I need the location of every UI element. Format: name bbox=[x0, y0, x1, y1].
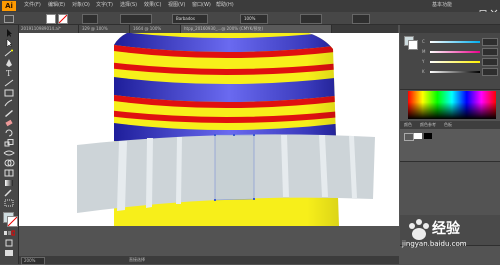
stroke-color-box[interactable] bbox=[7, 216, 18, 227]
color-panel-header bbox=[400, 25, 500, 33]
tab-label: 329 @ 100% bbox=[82, 26, 108, 31]
minimize-icon[interactable] bbox=[468, 2, 478, 15]
y-value[interactable] bbox=[482, 58, 498, 66]
direct-selection-tool-icon[interactable] bbox=[3, 39, 15, 47]
swatches-tabs: 颜色 颜色参考 色板 bbox=[400, 121, 500, 129]
tab-label: 1664 @ 100% bbox=[133, 26, 162, 31]
paintbrush-tool-icon[interactable] bbox=[3, 99, 15, 107]
status-bar: 200% 直接选择 bbox=[19, 256, 399, 265]
zoom-value: 200% bbox=[24, 258, 36, 263]
type-tool-icon[interactable]: T bbox=[3, 69, 15, 77]
color-mode-icons[interactable] bbox=[3, 229, 15, 237]
watermark: 经验 jingyan.baidu.com bbox=[402, 212, 494, 256]
m-label: M bbox=[422, 49, 426, 54]
pasteboard bbox=[19, 226, 399, 256]
mesh-tool-icon[interactable] bbox=[3, 169, 15, 177]
artboard-canvas[interactable] bbox=[19, 33, 399, 226]
width-tool-icon[interactable] bbox=[3, 149, 15, 157]
tab-doc-1[interactable]: 2019110989014.ai* bbox=[18, 25, 79, 33]
artboard-tool-icon[interactable] bbox=[3, 199, 15, 207]
tab-doc-2[interactable]: 329 @ 100% bbox=[79, 25, 130, 33]
swatch-none[interactable] bbox=[404, 133, 414, 141]
pen-tool-icon[interactable] bbox=[3, 59, 15, 67]
draw-mode-icon[interactable] bbox=[3, 239, 15, 247]
c-slider[interactable] bbox=[430, 41, 480, 43]
menu-edit[interactable]: 编辑(E) bbox=[48, 3, 65, 8]
brush-select[interactable] bbox=[120, 14, 152, 24]
workspace-switcher[interactable]: 基本功能 bbox=[432, 3, 452, 8]
scale-tool-icon[interactable] bbox=[3, 139, 15, 147]
maximize-icon[interactable] bbox=[478, 2, 488, 16]
rotate-tool-icon[interactable] bbox=[3, 129, 15, 137]
y-slider[interactable] bbox=[430, 61, 480, 63]
line-tool-icon[interactable] bbox=[3, 79, 15, 87]
watermark-url: jingyan.baidu.com bbox=[402, 240, 467, 248]
close-icon[interactable] bbox=[489, 2, 499, 17]
rectangle-tool-icon[interactable] bbox=[3, 89, 15, 97]
k-value[interactable] bbox=[482, 68, 498, 76]
pencil-tool-icon[interactable] bbox=[3, 109, 15, 117]
stroke-swatch[interactable] bbox=[58, 14, 68, 24]
menu-view[interactable]: 视图(V) bbox=[168, 3, 185, 8]
document-tabs: 2019110989014.ai* 329 @ 100% 1664 @ 100%… bbox=[18, 25, 398, 33]
k-slider[interactable] bbox=[430, 71, 480, 73]
style-select[interactable] bbox=[300, 14, 322, 24]
menu-help[interactable]: 帮助(H) bbox=[216, 3, 234, 8]
font-select[interactable]: Barbados bbox=[172, 14, 208, 24]
menu-select[interactable]: 选择(S) bbox=[120, 3, 137, 8]
c-label: C bbox=[422, 39, 425, 44]
menu-window[interactable]: 窗口(W) bbox=[192, 3, 211, 8]
m-value[interactable] bbox=[482, 48, 498, 56]
panel-stroke-swatch[interactable] bbox=[408, 40, 418, 50]
opacity-value: 100% bbox=[244, 16, 256, 21]
stroke-weight-input[interactable] bbox=[82, 14, 98, 24]
align-select[interactable] bbox=[352, 14, 370, 24]
menu-effect[interactable]: 效果(C) bbox=[144, 3, 161, 8]
menu-bar: Ai 文件(F) 编辑(E) 对象(O) 文字(T) 选择(S) 效果(C) 视… bbox=[0, 0, 500, 17]
c-value[interactable] bbox=[482, 38, 498, 46]
tab-label: htpp_20160930_...@ 200% (CMYK/预览) bbox=[184, 26, 264, 31]
tab-doc-active[interactable]: htpp_20160930_...@ 200% (CMYK/预览) bbox=[181, 25, 332, 33]
eyedropper-tool-icon[interactable] bbox=[3, 189, 15, 197]
opacity-input[interactable]: 100% bbox=[240, 14, 268, 24]
swatches-panel: 颜色 颜色参考 色板 bbox=[400, 121, 500, 162]
magic-wand-icon[interactable] bbox=[3, 49, 15, 57]
fill-swatch[interactable] bbox=[46, 14, 56, 24]
selection-tool-icon[interactable] bbox=[3, 29, 15, 37]
k-label: K bbox=[422, 69, 425, 74]
svg-text:T: T bbox=[6, 69, 12, 77]
eraser-tool-icon[interactable] bbox=[3, 119, 15, 127]
color-panel: C M Y K bbox=[400, 25, 500, 90]
y-label: Y bbox=[422, 59, 425, 64]
watermark-title: 经验 bbox=[432, 221, 460, 237]
status-mode: 直接选择 bbox=[129, 257, 145, 262]
swatch-black[interactable] bbox=[424, 133, 432, 139]
m-slider[interactable] bbox=[430, 51, 480, 53]
screen-mode-icon[interactable] bbox=[3, 249, 15, 257]
menu-type[interactable]: 文字(T) bbox=[96, 3, 113, 8]
selection-indicator-icon bbox=[4, 15, 14, 23]
menu-file[interactable]: 文件(F) bbox=[24, 3, 41, 8]
menu-object[interactable]: 对象(O) bbox=[72, 3, 90, 8]
swatch-white[interactable] bbox=[414, 133, 422, 139]
color-spectrum[interactable] bbox=[408, 91, 496, 119]
gradient-tool-icon[interactable] bbox=[3, 179, 15, 187]
tab-doc-3[interactable]: 1664 @ 100% bbox=[130, 25, 181, 33]
tab-color-guide[interactable]: 颜色参考 bbox=[420, 123, 436, 127]
hat-artwork[interactable] bbox=[19, 33, 399, 226]
font-name: Barbados bbox=[176, 16, 195, 21]
tab-swatches[interactable]: 色板 bbox=[444, 123, 452, 127]
control-bar: Barbados 100% bbox=[0, 12, 500, 25]
tools-panel: T bbox=[0, 25, 19, 264]
tab-label: 2019110989014.ai* bbox=[21, 26, 61, 31]
shape-builder-icon[interactable] bbox=[3, 159, 15, 167]
tab-color[interactable]: 颜色 bbox=[404, 123, 412, 127]
app-logo: Ai bbox=[2, 1, 16, 11]
